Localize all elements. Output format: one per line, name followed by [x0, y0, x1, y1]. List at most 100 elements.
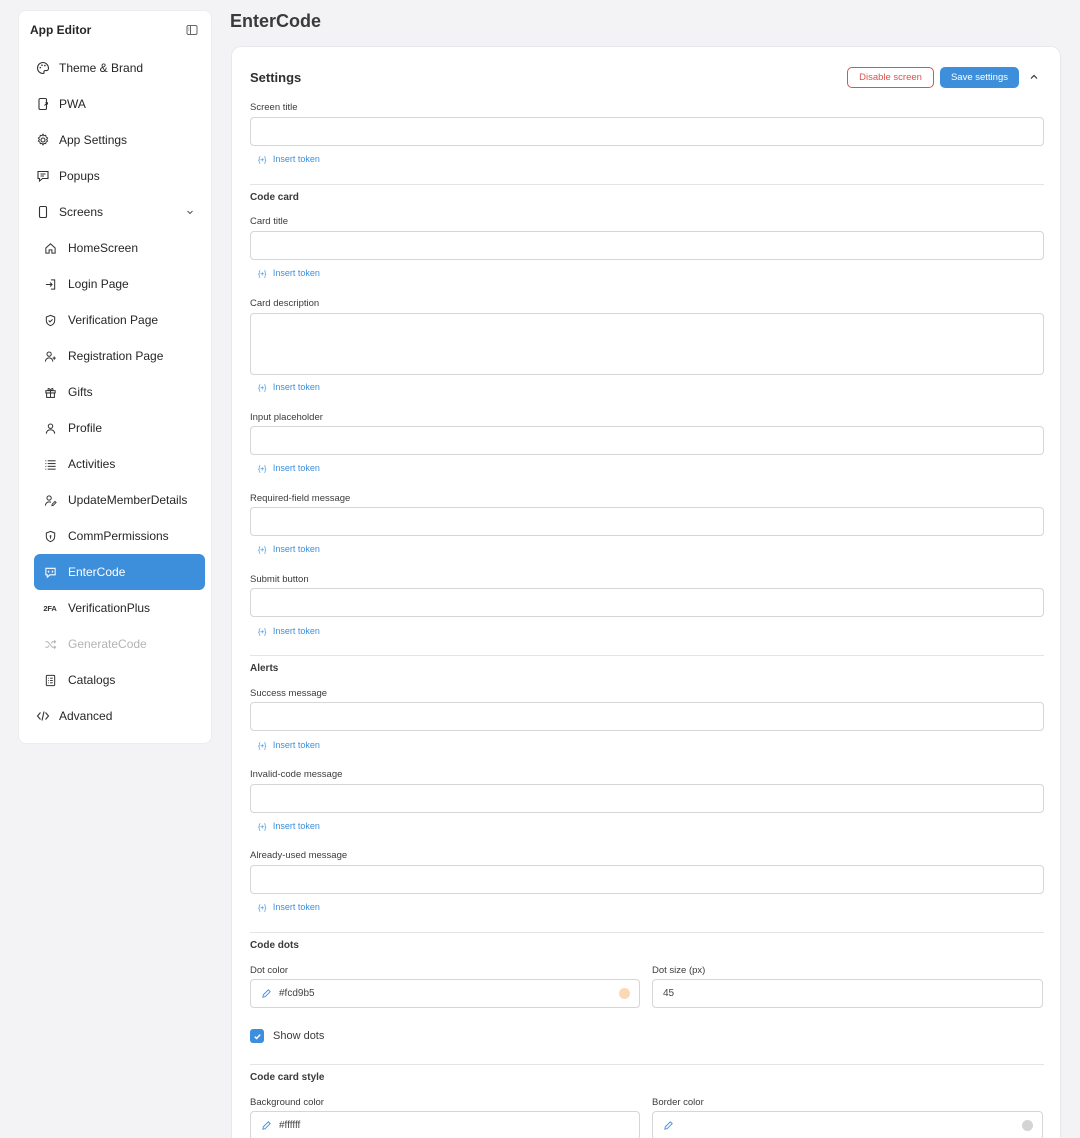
- card-title-input[interactable]: [250, 231, 1044, 260]
- divider: [250, 184, 1044, 185]
- success-message-input[interactable]: [250, 702, 1044, 731]
- sidebar-item-registration-page[interactable]: Registration Page: [19, 338, 211, 374]
- card-description-textarea[interactable]: [250, 313, 1044, 375]
- sidebar-item-verification-plus[interactable]: 2FA VerificationPlus: [19, 590, 211, 626]
- home-icon: [42, 240, 58, 256]
- sidebar-item-catalogs[interactable]: Catalogs: [19, 662, 211, 698]
- sidebar-collapse-icon[interactable]: [184, 22, 200, 38]
- insert-token-link[interactable]: {+} Insert token: [258, 463, 320, 473]
- sidebar-item-comm-permissions[interactable]: CommPermissions: [19, 518, 211, 554]
- insert-token-link[interactable]: {+} Insert token: [258, 154, 320, 164]
- token-icon: {+}: [258, 268, 266, 278]
- code-icon: [35, 708, 51, 724]
- submit-button-input[interactable]: [250, 588, 1044, 617]
- sidebar-item-label: Advanced: [59, 709, 113, 723]
- login-icon: [42, 276, 58, 292]
- sidebar-item-verification-page[interactable]: Verification Page: [19, 302, 211, 338]
- code-card-style-heading: Code card style: [250, 1072, 325, 1083]
- required-field-message-input[interactable]: [250, 507, 1044, 536]
- invalid-code-message-input[interactable]: [250, 784, 1044, 813]
- disable-screen-button[interactable]: Disable screen: [847, 66, 934, 88]
- sidebar-item-label: Screens: [59, 205, 104, 219]
- chevron-down-icon[interactable]: [185, 206, 195, 220]
- app-editor-sidebar: App Editor Theme & Brand PWA App Setting…: [18, 10, 212, 744]
- card-title-label: Card title: [250, 216, 289, 227]
- sidebar-item-label: Activities: [68, 457, 116, 471]
- settings-title: Settings: [250, 69, 302, 85]
- border-color-swatch[interactable]: [1022, 1120, 1033, 1131]
- dot-size-input[interactable]: 45: [652, 979, 1043, 1008]
- catalog-icon: [42, 672, 58, 688]
- gear-icon: [35, 132, 51, 148]
- sidebar-item-profile[interactable]: Profile: [19, 410, 211, 446]
- insert-token-link[interactable]: {+} Insert token: [258, 382, 320, 392]
- insert-token-link[interactable]: {+} Insert token: [258, 902, 320, 912]
- message-code-icon: [42, 564, 58, 580]
- user-plus-icon: [42, 348, 58, 364]
- sidebar-item-activities[interactable]: Activities: [19, 446, 211, 482]
- dot-color-label: Dot color: [250, 965, 289, 976]
- sidebar-item-pwa[interactable]: PWA: [19, 86, 211, 122]
- divider: [250, 655, 1044, 656]
- token-icon: {+}: [258, 154, 266, 164]
- settings-card: Settings Disable screen Save settings Sc…: [231, 46, 1061, 1138]
- chevron-up-icon[interactable]: [1026, 69, 1042, 85]
- shield-icon: [42, 528, 58, 544]
- sidebar-item-label: CommPermissions: [68, 529, 169, 543]
- success-message-label: Success message: [250, 688, 328, 699]
- pencil-icon: [261, 988, 273, 1000]
- already-used-message-input[interactable]: [250, 865, 1044, 894]
- dot-color-input[interactable]: #fcd9b5: [250, 979, 640, 1008]
- screen-title-input[interactable]: [250, 117, 1044, 146]
- sidebar-item-generate-code[interactable]: GenerateCode: [19, 626, 211, 662]
- sidebar-item-label: UpdateMemberDetails: [68, 493, 188, 507]
- divider: [250, 932, 1044, 933]
- sidebar-item-label: Catalogs: [68, 673, 116, 687]
- insert-token-link[interactable]: {+} Insert token: [258, 740, 320, 750]
- insert-token-link[interactable]: {+} Insert token: [258, 821, 320, 831]
- token-icon: {+}: [258, 902, 266, 912]
- sidebar-item-advanced[interactable]: Advanced: [19, 698, 211, 734]
- sidebar-item-popups[interactable]: Popups: [19, 158, 211, 194]
- background-color-input[interactable]: #ffffff: [250, 1111, 640, 1138]
- border-color-label: Border color: [652, 1097, 704, 1108]
- insert-token-link[interactable]: {+} Insert token: [258, 544, 320, 554]
- page-title: EnterCode: [230, 11, 322, 31]
- already-used-message-label: Already-used message: [250, 850, 348, 861]
- divider: [250, 1064, 1044, 1065]
- alerts-heading: Alerts: [250, 663, 279, 674]
- sidebar-item-update-member-details[interactable]: UpdateMemberDetails: [19, 482, 211, 518]
- user-icon: [42, 420, 58, 436]
- token-icon: {+}: [258, 463, 266, 473]
- sidebar-item-label: App Settings: [59, 133, 128, 147]
- sidebar-item-theme-brand[interactable]: Theme & Brand: [19, 50, 211, 86]
- sidebar-item-label: Verification Page: [68, 313, 159, 327]
- insert-token-link[interactable]: {+} Insert token: [258, 626, 320, 636]
- pencil-icon: [663, 1120, 675, 1132]
- 2fa-icon: 2FA: [43, 603, 57, 613]
- token-icon: {+}: [258, 740, 266, 750]
- input-placeholder-input[interactable]: [250, 426, 1044, 455]
- sidebar-item-entercode[interactable]: EnterCode: [34, 554, 205, 590]
- insert-token-link[interactable]: {+} Insert token: [258, 268, 320, 278]
- show-dots-checkbox[interactable]: Show dots: [250, 1029, 324, 1043]
- shuffle-icon: [42, 636, 58, 652]
- background-color-value: #ffffff: [279, 1120, 301, 1131]
- settings-card-header: Settings Disable screen Save settings: [250, 66, 1042, 88]
- phone-link-icon: [35, 96, 51, 112]
- invalid-code-message-label: Invalid-code message: [250, 769, 343, 780]
- sidebar-item-screens[interactable]: Screens: [19, 194, 211, 230]
- submit-button-label: Submit button: [250, 574, 309, 585]
- border-color-input[interactable]: [652, 1111, 1043, 1138]
- sidebar-item-label: PWA: [59, 97, 86, 111]
- sidebar-item-gifts[interactable]: Gifts: [19, 374, 211, 410]
- sidebar-item-label: VerificationPlus: [68, 601, 151, 615]
- sidebar-item-app-settings[interactable]: App Settings: [19, 122, 211, 158]
- show-dots-label: Show dots: [273, 1030, 325, 1042]
- sidebar-nav: Theme & Brand PWA App Settings Popups Sc…: [19, 50, 211, 734]
- token-icon: {+}: [258, 382, 266, 392]
- dot-color-swatch[interactable]: [619, 988, 630, 999]
- sidebar-item-login-page[interactable]: Login Page: [19, 266, 211, 302]
- sidebar-item-homescreen[interactable]: HomeScreen: [19, 230, 211, 266]
- save-settings-button[interactable]: Save settings: [939, 66, 1019, 88]
